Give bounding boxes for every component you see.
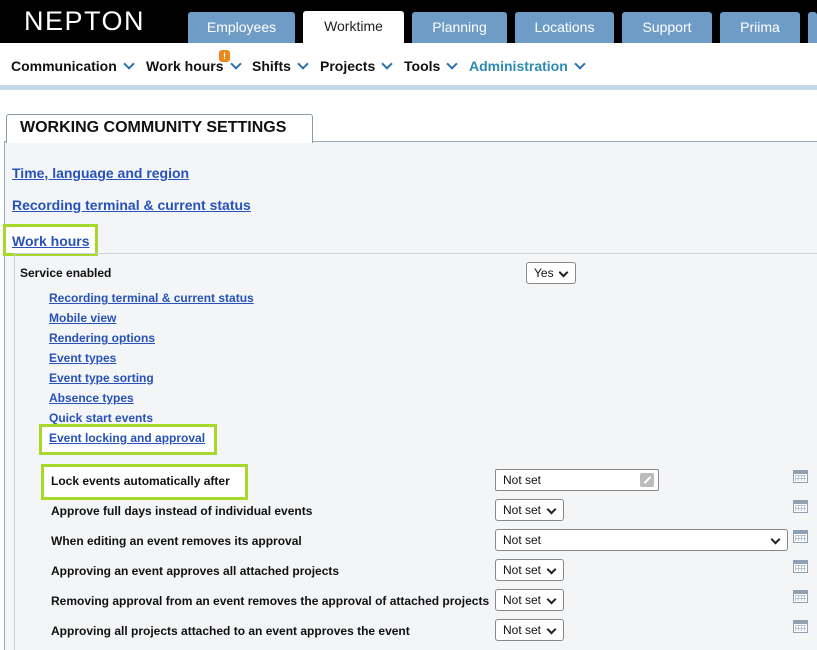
- chevron-down-icon: [229, 58, 242, 70]
- remove-approval-projects-select[interactable]: Not set: [495, 589, 564, 611]
- select-value: Not set: [503, 533, 542, 547]
- nav-label: Tools: [404, 58, 441, 74]
- tab-planning[interactable]: Planning: [412, 12, 507, 43]
- link-event-type-sorting[interactable]: Event type sorting: [49, 371, 154, 385]
- select-value: Not set: [503, 593, 542, 607]
- link-recording-terminal[interactable]: Recording terminal & current status: [49, 291, 254, 305]
- section-link-time-language[interactable]: Time, language and region: [12, 165, 189, 181]
- setting-label: Approve full days instead of individual …: [51, 504, 313, 518]
- input-value: Not set: [503, 473, 542, 487]
- calendar-icon[interactable]: [793, 590, 808, 603]
- tab-overflow[interactable]: [808, 12, 817, 43]
- setting-label: When editing an event removes its approv…: [51, 534, 302, 548]
- calendar-icon[interactable]: [793, 530, 808, 543]
- nav-divider: [0, 85, 817, 90]
- alert-badge: !: [219, 50, 230, 62]
- tab-worktime[interactable]: Worktime: [303, 11, 404, 43]
- chevron-down-icon: [546, 504, 557, 515]
- chevron-down-icon: [574, 58, 586, 70]
- select-value: Yes: [534, 266, 554, 280]
- nav-label: Shifts: [252, 58, 291, 74]
- select-value: Not set: [503, 563, 542, 577]
- tab-locations[interactable]: Locations: [515, 12, 614, 43]
- tab-priima[interactable]: Priima: [720, 12, 800, 43]
- setting-label: Approving an event approves all attached…: [51, 564, 340, 578]
- calendar-icon[interactable]: [793, 560, 808, 573]
- calendar-icon[interactable]: [793, 620, 808, 633]
- calendar-icon[interactable]: [793, 500, 808, 513]
- projects-approve-event-select[interactable]: Not set: [495, 619, 564, 641]
- sub-navigation: Communication Work hours Shifts Projects…: [0, 43, 817, 85]
- edit-icon[interactable]: [640, 473, 654, 487]
- service-enabled-select[interactable]: Yes: [526, 262, 576, 284]
- section-link-recording-terminal[interactable]: Recording terminal & current status: [12, 197, 251, 213]
- setting-label: Lock events automatically after: [51, 474, 230, 488]
- nav-label: Administration: [469, 58, 568, 74]
- setting-label: Removing approval from an event removes …: [51, 594, 490, 608]
- nav-tools[interactable]: Tools: [404, 58, 458, 74]
- setting-label: Approving all projects attached to an ev…: [51, 624, 410, 638]
- link-event-types[interactable]: Event types: [49, 351, 116, 365]
- top-bar: NEPTON Employees Worktime Planning Locat…: [0, 0, 817, 43]
- nav-shifts[interactable]: Shifts: [252, 58, 309, 74]
- nav-administration[interactable]: Administration: [469, 58, 586, 74]
- chevron-down-icon: [297, 58, 309, 70]
- calendar-icon[interactable]: [793, 470, 808, 483]
- nav-label: Communication: [11, 58, 117, 74]
- chevron-down-icon: [446, 58, 458, 70]
- tab-employees[interactable]: Employees: [188, 12, 295, 43]
- nav-projects[interactable]: Projects: [320, 58, 393, 74]
- section-link-work-hours[interactable]: Work hours: [12, 233, 90, 249]
- approve-full-days-select[interactable]: Not set: [495, 499, 564, 521]
- select-value: Not set: [503, 623, 542, 637]
- link-absence-types[interactable]: Absence types: [49, 391, 134, 405]
- tab-support[interactable]: Support: [622, 12, 712, 43]
- chevron-down-icon: [546, 564, 557, 575]
- chevron-down-icon: [381, 58, 393, 70]
- select-value: Not set: [503, 503, 542, 517]
- nav-communication[interactable]: Communication: [11, 58, 135, 74]
- link-event-locking-approval[interactable]: Event locking and approval: [49, 431, 205, 445]
- approve-projects-select[interactable]: Not set: [495, 559, 564, 581]
- service-enabled-label: Service enabled: [20, 266, 112, 280]
- panel-title: WORKING COMMUNITY SETTINGS: [20, 119, 287, 136]
- chevron-down-icon: [123, 58, 135, 70]
- lock-after-input[interactable]: Not set: [495, 469, 659, 491]
- nepton-logo[interactable]: NEPTON: [24, 6, 145, 37]
- nav-label: Projects: [320, 58, 376, 74]
- chevron-down-icon: [546, 624, 557, 635]
- chevron-down-icon: [770, 534, 781, 545]
- nav-label: Work hours: [146, 58, 224, 74]
- chevron-down-icon: [546, 594, 557, 605]
- link-quick-start-events[interactable]: Quick start events: [49, 411, 153, 425]
- chevron-down-icon: [558, 267, 569, 278]
- link-mobile-view[interactable]: Mobile view: [49, 311, 116, 325]
- link-rendering-options[interactable]: Rendering options: [49, 331, 155, 345]
- editing-removes-approval-select[interactable]: Not set: [495, 529, 788, 551]
